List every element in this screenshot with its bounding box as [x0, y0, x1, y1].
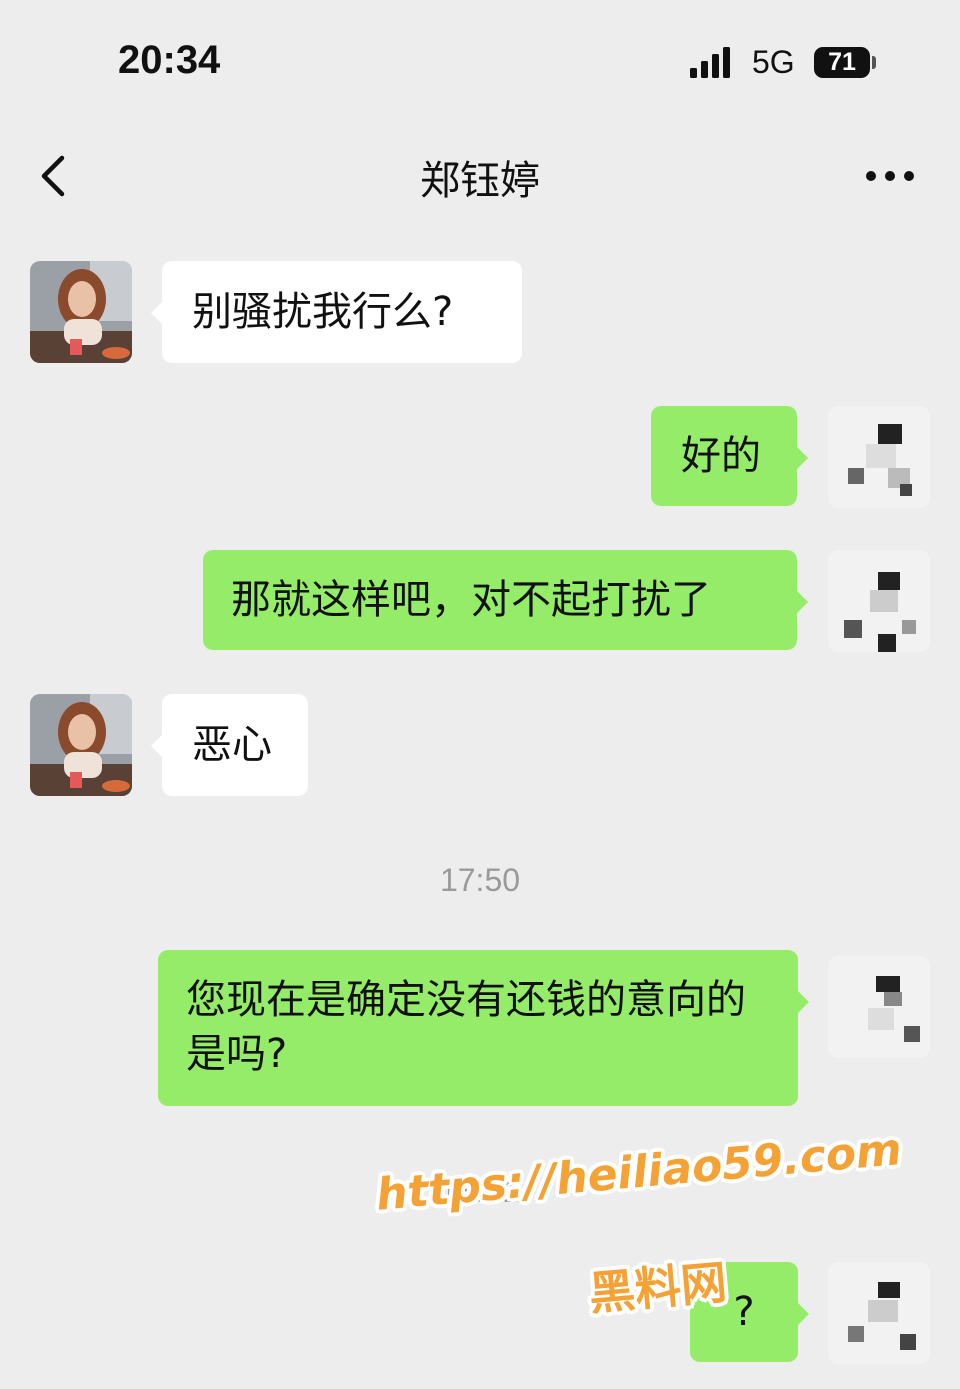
message-text: 您现在是确定没有还钱的意向的是吗? — [186, 977, 746, 1077]
contact-avatar[interactable] — [30, 261, 132, 363]
pixelated-avatar — [828, 406, 930, 508]
message-bubble-incoming[interactable]: 别骚扰我行么? — [151, 261, 522, 363]
pixelated-avatar — [828, 1262, 930, 1364]
contact-photo — [30, 261, 132, 363]
my-avatar[interactable] — [828, 550, 930, 652]
battery-tip — [872, 56, 876, 69]
pixelated-avatar — [828, 956, 930, 1058]
network-label: 5G — [752, 44, 795, 80]
my-avatar[interactable] — [828, 1262, 930, 1364]
status-time: 20:34 — [118, 38, 221, 82]
message-text: ? — [733, 1289, 755, 1335]
contact-avatar[interactable] — [30, 694, 132, 796]
contact-name: 郑钰婷 — [420, 158, 540, 204]
message-text: 好的 — [681, 433, 761, 479]
battery-level: 71 — [828, 48, 856, 76]
message-text: 恶心 — [192, 722, 272, 768]
message-bubble-outgoing[interactable]: 那就这样吧，对不起打扰了 — [203, 550, 808, 650]
watermark-name: 黑料网 — [586, 1254, 729, 1321]
more-dots-icon — [866, 171, 914, 181]
my-avatar[interactable] — [828, 406, 930, 508]
more-button[interactable] — [858, 156, 922, 196]
chat-header: 郑钰婷 — [0, 120, 960, 230]
battery-icon: 71 — [814, 47, 870, 78]
pixelated-avatar — [828, 550, 930, 652]
message-bubble-outgoing[interactable]: 好的 — [651, 406, 808, 506]
message-bubble-outgoing[interactable]: 您现在是确定没有还钱的意向的是吗? — [158, 950, 809, 1106]
contact-photo — [30, 694, 132, 796]
message-text: 别骚扰我行么? — [192, 289, 454, 335]
message-text: 那就这样吧，对不起打扰了 — [231, 577, 711, 623]
my-avatar[interactable] — [828, 956, 930, 1058]
message-bubble-incoming[interactable]: 恶心 — [151, 694, 308, 796]
message-timestamp: 17:50 — [439, 862, 521, 898]
signal-icon — [690, 47, 730, 78]
status-bar: 20:34 5G 71 — [0, 0, 960, 120]
